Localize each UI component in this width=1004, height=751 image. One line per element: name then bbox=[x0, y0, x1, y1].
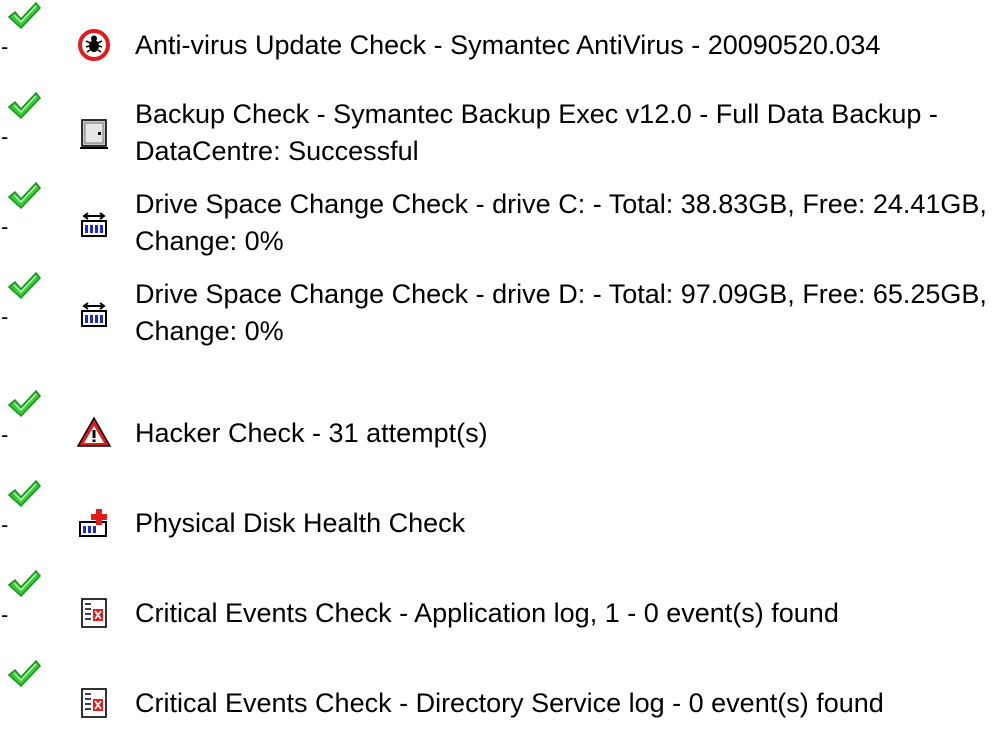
green-check-icon bbox=[7, 569, 41, 598]
status-dash: - bbox=[1, 124, 9, 149]
check-text: Physical Disk Health Check bbox=[135, 508, 466, 538]
green-check-icon bbox=[7, 389, 41, 418]
check-row-antivirus: - Anti-virus Update Check - Symantec Ant… bbox=[0, 0, 1004, 90]
check-text: Drive Space Change Check - drive C: - To… bbox=[135, 189, 987, 256]
check-row-events-directory: Critical Events Check - Directory Servic… bbox=[0, 658, 1004, 748]
status-dash: - bbox=[1, 602, 9, 627]
status-dash: - bbox=[1, 214, 9, 239]
check-row-drive-c: - Drive Space Change Check - drive C: - … bbox=[0, 180, 1004, 270]
disk-health-icon bbox=[79, 509, 107, 537]
green-check-icon bbox=[7, 91, 41, 120]
check-results-list: - Anti-virus Update Check - Symantec Ant… bbox=[0, 0, 1004, 751]
check-row-disk-health: - Physical Disk Health Check bbox=[0, 478, 1004, 568]
check-text: Anti-virus Update Check - Symantec AntiV… bbox=[135, 30, 881, 60]
check-text: Critical Events Check - Application log,… bbox=[135, 598, 839, 628]
drive-space-icon bbox=[81, 302, 107, 327]
antivirus-bug-icon bbox=[78, 29, 110, 61]
green-check-icon bbox=[7, 181, 41, 210]
check-text: Hacker Check - 31 attempt(s) bbox=[135, 418, 488, 448]
backup-drive-icon bbox=[80, 119, 108, 149]
hacker-warning-icon bbox=[76, 416, 112, 447]
check-text: Critical Events Check - Directory Servic… bbox=[135, 688, 884, 718]
drive-space-icon bbox=[81, 212, 107, 237]
event-log-icon bbox=[81, 688, 107, 718]
check-text: Drive Space Change Check - drive D: - To… bbox=[135, 279, 987, 346]
green-check-icon bbox=[7, 271, 41, 300]
check-row-hacker: - Hacker Check - 31 attempt(s) bbox=[0, 388, 1004, 478]
status-dash: - bbox=[1, 304, 9, 329]
green-check-icon bbox=[7, 479, 41, 508]
check-row-events-application: - Critical Events Check - Application lo… bbox=[0, 568, 1004, 658]
status-dash: - bbox=[1, 512, 9, 537]
check-row-drive-d: - Drive Space Change Check - drive D: - … bbox=[0, 270, 1004, 360]
check-text: Backup Check - Symantec Backup Exec v12.… bbox=[135, 99, 938, 166]
green-check-icon bbox=[7, 659, 41, 688]
status-dash: - bbox=[1, 422, 9, 447]
check-row-backup: - Backup Check - Symantec Backup Exec v1… bbox=[0, 90, 1004, 180]
event-log-icon bbox=[81, 598, 107, 628]
green-check-icon bbox=[7, 1, 41, 30]
status-dash: - bbox=[1, 34, 9, 59]
